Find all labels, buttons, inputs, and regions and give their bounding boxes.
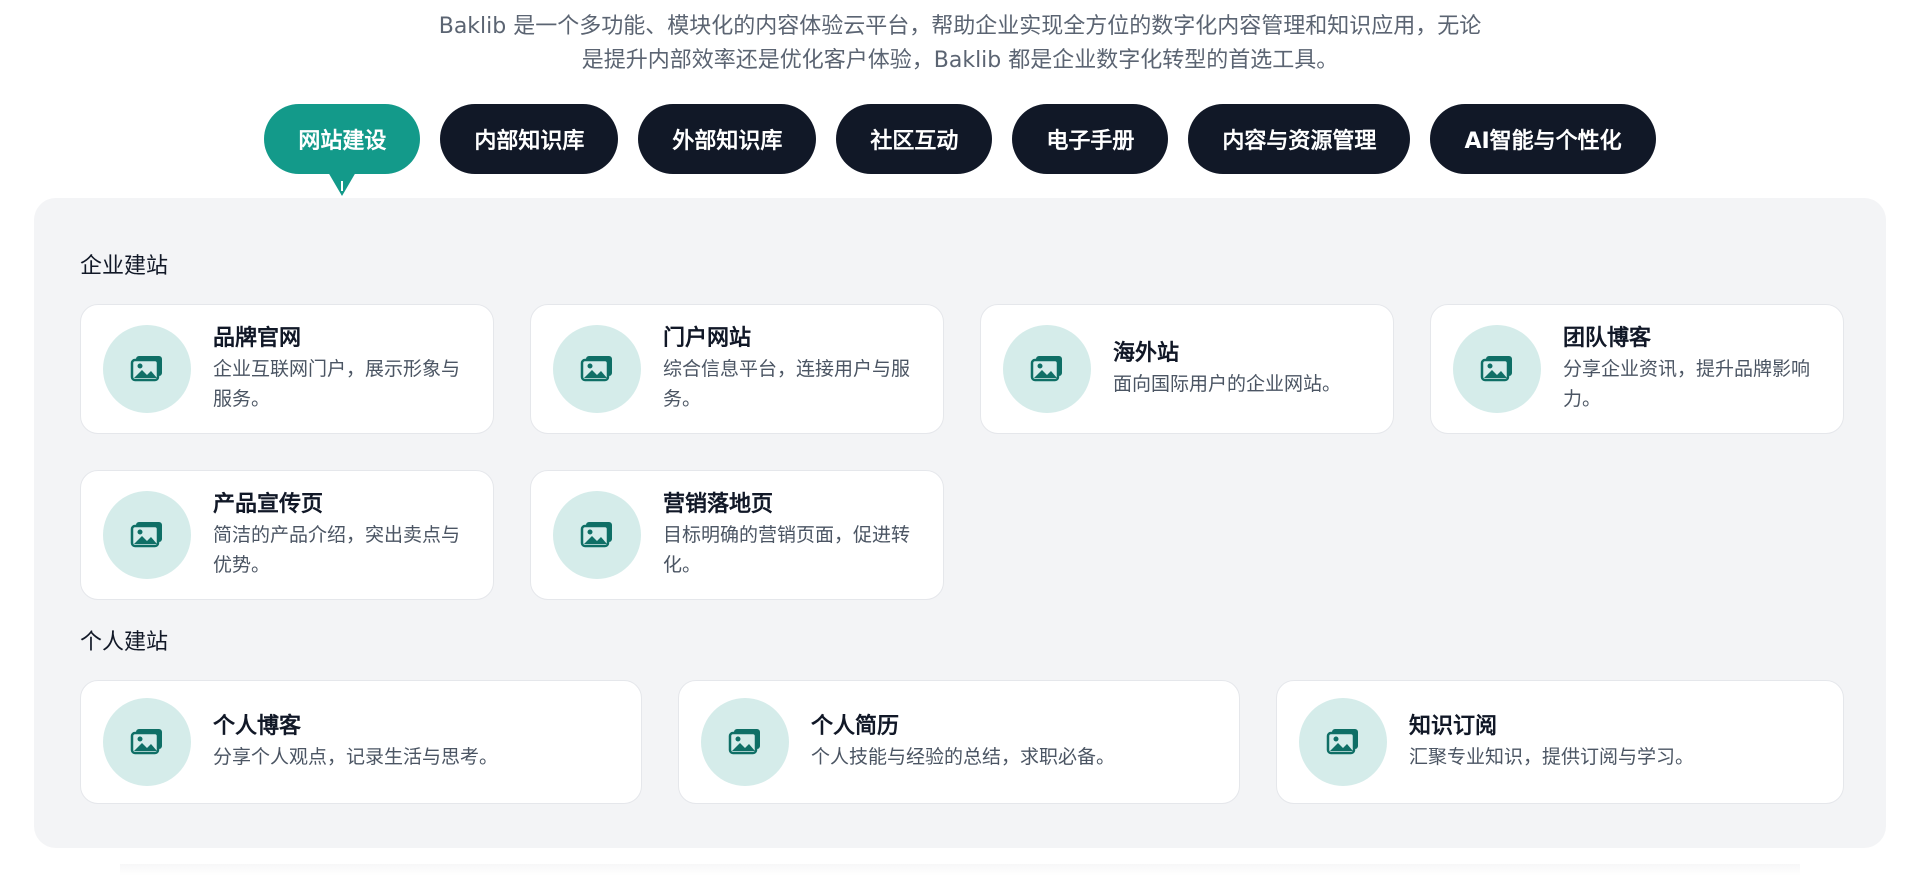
card-product-page[interactable]: 产品宣传页 简洁的产品介绍，突出卖点与优势。 bbox=[80, 470, 494, 600]
card-portal-site[interactable]: 门户网站 综合信息平台，连接用户与服务。 bbox=[530, 304, 944, 434]
category-tabs: 网站建设 内部知识库 外部知识库 社区互动 电子手册 内容与资源管理 AI智能与… bbox=[0, 104, 1920, 191]
photo-stack-icon bbox=[1299, 698, 1387, 786]
card-knowledge-subscription[interactable]: 知识订阅 汇聚专业知识，提供订阅与学习。 bbox=[1276, 680, 1844, 804]
card-title: 知识订阅 bbox=[1409, 714, 1498, 739]
intro-line-1: Baklib 是一个多功能、模块化的内容体验云平台，帮助企业实现全方位的数字化内… bbox=[438, 14, 1482, 39]
website-building-panel: 企业建站 品牌官网 企业互联网门户，展示形象与服务。 门户网站 综合信息平台，连… bbox=[34, 198, 1886, 848]
card-description: 面向国际用户的企业网站。 bbox=[1113, 373, 1342, 395]
tab-label: 社区互动 bbox=[870, 129, 959, 154]
tab-label: AI智能与个性化 bbox=[1464, 129, 1622, 154]
photo-stack-icon bbox=[701, 698, 789, 786]
card-text: 团队博客 分享企业资讯，提升品牌影响力。 bbox=[1563, 324, 1823, 414]
tab-pointer-mark bbox=[341, 181, 344, 191]
card-description: 综合信息平台，连接用户与服务。 bbox=[663, 358, 911, 410]
card-text: 知识订阅 汇聚专业知识，提供订阅与学习。 bbox=[1409, 712, 1823, 772]
tab-internal-kb[interactable]: 内部知识库 bbox=[440, 104, 619, 174]
photo-stack-icon bbox=[1003, 325, 1091, 413]
card-description: 简洁的产品介绍，突出卖点与优势。 bbox=[213, 524, 461, 576]
tab-external-kb[interactable]: 外部知识库 bbox=[638, 104, 817, 174]
card-overseas-site[interactable]: 海外站 面向国际用户的企业网站。 bbox=[980, 304, 1394, 434]
card-text: 个人博客 分享个人观点，记录生活与思考。 bbox=[213, 712, 621, 772]
card-title: 门户网站 bbox=[663, 326, 752, 351]
section-title-enterprise: 企业建站 bbox=[80, 254, 169, 279]
card-text: 个人简历 个人技能与经验的总结，求职必备。 bbox=[811, 712, 1219, 772]
card-description: 个人技能与经验的总结，求职必备。 bbox=[811, 746, 1116, 768]
card-resume[interactable]: 个人简历 个人技能与经验的总结，求职必备。 bbox=[678, 680, 1240, 804]
card-title: 营销落地页 bbox=[663, 492, 774, 517]
card-description: 分享企业资讯，提升品牌影响力。 bbox=[1563, 358, 1811, 410]
card-description: 企业互联网门户，展示形象与服务。 bbox=[213, 358, 461, 410]
photo-stack-icon bbox=[553, 325, 641, 413]
card-title: 个人博客 bbox=[213, 714, 302, 739]
card-title: 个人简历 bbox=[811, 714, 900, 739]
card-description: 分享个人观点，记录生活与思考。 bbox=[213, 746, 499, 768]
tab-label: 外部知识库 bbox=[672, 129, 783, 154]
card-text: 产品宣传页 简洁的产品介绍，突出卖点与优势。 bbox=[213, 490, 473, 580]
card-team-blog[interactable]: 团队博客 分享企业资讯，提升品牌影响力。 bbox=[1430, 304, 1844, 434]
intro-line-2: 是提升内部效率还是优化客户体验，Baklib 都是企业数字化转型的首选工具。 bbox=[581, 48, 1339, 73]
card-title: 海外站 bbox=[1113, 341, 1180, 366]
card-text: 品牌官网 企业互联网门户，展示形象与服务。 bbox=[213, 324, 473, 414]
photo-stack-icon bbox=[103, 491, 191, 579]
tab-label: 内容与资源管理 bbox=[1222, 129, 1377, 154]
tab-content-resources[interactable]: 内容与资源管理 bbox=[1188, 104, 1411, 174]
card-text: 营销落地页 目标明确的营销页面，促进转化。 bbox=[663, 490, 923, 580]
card-personal-blog[interactable]: 个人博客 分享个人观点，记录生活与思考。 bbox=[80, 680, 642, 804]
card-landing-page[interactable]: 营销落地页 目标明确的营销页面，促进转化。 bbox=[530, 470, 944, 600]
tab-e-manual[interactable]: 电子手册 bbox=[1012, 104, 1169, 174]
card-title: 产品宣传页 bbox=[213, 492, 324, 517]
card-title: 团队博客 bbox=[1563, 326, 1652, 351]
tab-website-building[interactable]: 网站建设 bbox=[264, 104, 421, 191]
card-description: 目标明确的营销页面，促进转化。 bbox=[663, 524, 911, 576]
card-title: 品牌官网 bbox=[213, 326, 302, 351]
photo-stack-icon bbox=[103, 325, 191, 413]
photo-stack-icon bbox=[1453, 325, 1541, 413]
card-description: 汇聚专业知识，提供订阅与学习。 bbox=[1409, 746, 1695, 768]
card-text: 门户网站 综合信息平台，连接用户与服务。 bbox=[663, 324, 923, 414]
card-brand-site[interactable]: 品牌官网 企业互联网门户，展示形象与服务。 bbox=[80, 304, 494, 434]
tab-ai-personalization[interactable]: AI智能与个性化 bbox=[1430, 104, 1656, 174]
section-title-personal: 个人建站 bbox=[80, 630, 169, 655]
intro-text: Baklib 是一个多功能、模块化的内容体验云平台，帮助企业实现全方位的数字化内… bbox=[0, 10, 1920, 78]
bottom-fade bbox=[120, 864, 1800, 876]
tab-label: 内部知识库 bbox=[474, 129, 585, 154]
card-text: 海外站 面向国际用户的企业网站。 bbox=[1113, 339, 1373, 399]
tab-community[interactable]: 社区互动 bbox=[836, 104, 993, 174]
tab-label: 电子手册 bbox=[1046, 129, 1135, 154]
tab-label: 网站建设 bbox=[298, 129, 387, 154]
photo-stack-icon bbox=[103, 698, 191, 786]
photo-stack-icon bbox=[553, 491, 641, 579]
